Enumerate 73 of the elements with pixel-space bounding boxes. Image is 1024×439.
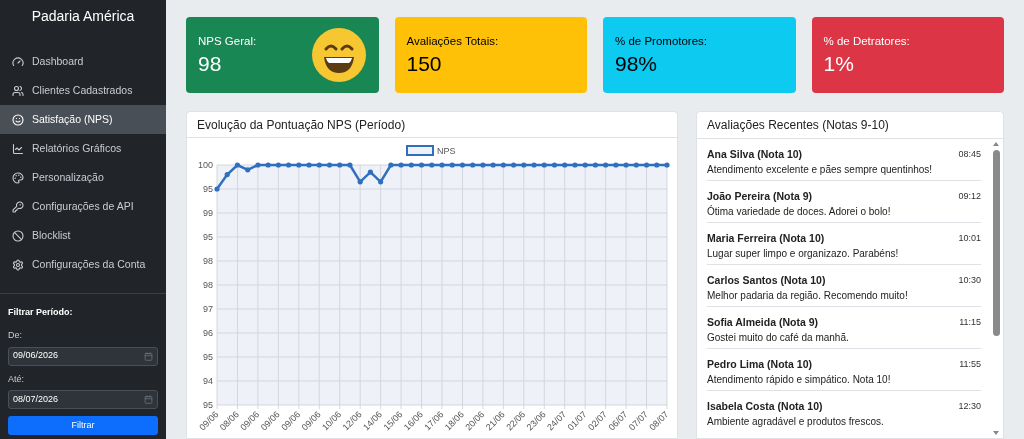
review-time: 11:55 xyxy=(959,358,981,371)
ban-icon xyxy=(12,229,24,242)
gauge-icon xyxy=(12,55,24,68)
reviewer-name: Ana Silva (Nota 10) xyxy=(707,147,803,161)
card-value: 1% xyxy=(823,50,855,77)
field-label: Até: xyxy=(8,372,25,386)
review-text: Atendimento rápido e simpático. Nota 10! xyxy=(707,373,892,387)
key-icon xyxy=(12,200,24,213)
review-text: Melhor padaria da região. Recomendo muito! xyxy=(707,289,909,303)
reviewer-name: Sofia Almeida (Nota 9) xyxy=(707,315,819,329)
brand-title: Padaria América xyxy=(30,7,136,26)
legend-swatch xyxy=(406,145,434,156)
review-time: 08:45 xyxy=(958,148,981,161)
y-tick-label: 99 xyxy=(203,208,213,218)
scrollbar-thumb[interactable] xyxy=(992,150,1000,336)
review-time: 10:01 xyxy=(958,232,981,245)
date-field[interactable]: 09/06/2026 xyxy=(8,346,158,366)
panel-title: Evolução da Pontuação NPS (Período) xyxy=(187,112,677,138)
y-tick-label: 94 xyxy=(203,376,213,386)
review-text: Ambiente agradável e produtos frescos. xyxy=(707,415,885,429)
y-tick-label: 95 xyxy=(203,232,213,242)
review-time: 10:30 xyxy=(958,274,981,287)
card-value: 150 xyxy=(406,50,443,77)
card-label: Avaliações Totais: xyxy=(406,34,499,50)
sidebar-item[interactable]: Clientes Cadastrados xyxy=(0,76,166,105)
reviewer-name: Isabela Costa (Nota 10) xyxy=(707,399,823,413)
card-label: % de Promotores: xyxy=(615,34,708,50)
settings-icon xyxy=(12,258,24,271)
review-time: 09:12 xyxy=(958,190,981,203)
laughing-face-icon xyxy=(310,27,367,83)
sidebar-item[interactable]: Configurações da Conta xyxy=(0,250,166,279)
card-label: % de Detratores: xyxy=(823,34,910,50)
review-text: Gostei muito do café da manhã. xyxy=(707,331,850,345)
sidebar-item[interactable]: Configurações de API xyxy=(0,192,166,221)
review-time: 12:30 xyxy=(958,400,981,413)
panel-title: Avaliações Recentes (Notas 9-10) xyxy=(697,112,1003,139)
filter-button[interactable]: Filtrar xyxy=(8,416,158,435)
y-tick-label: 95 xyxy=(203,400,213,410)
y-tick-label: 97 xyxy=(203,304,213,314)
review-time: 11:15 xyxy=(959,316,981,329)
smiley-icon xyxy=(12,113,24,126)
sidebar-item[interactable]: Blocklist xyxy=(0,221,166,250)
calendar-icon xyxy=(144,395,153,404)
y-tick-label: 98 xyxy=(203,256,213,266)
scroll-up-arrow-icon[interactable] xyxy=(992,141,1000,147)
sidebar-item[interactable]: Personalização xyxy=(0,163,166,192)
card-label: NPS Geral: xyxy=(198,34,257,50)
review-text: Lugar super limpo e organizazo. Parabéns! xyxy=(707,247,900,261)
review-text: Ótima variedade de doces. Adorei o bolo! xyxy=(707,205,892,219)
reviewer-name: Carlos Santos (Nota 10) xyxy=(707,273,826,287)
date-field[interactable]: 08/07/2026 xyxy=(8,390,158,409)
field-label: De: xyxy=(8,329,23,342)
palette-icon xyxy=(12,171,24,184)
sidebar-item[interactable]: Dashboard xyxy=(0,47,166,76)
card-value: 98% xyxy=(615,50,659,77)
review-text: Atendimento excelente e pães sempre quentinhos! xyxy=(707,163,934,177)
y-tick-label: 96 xyxy=(203,328,213,338)
y-tick-label: 98 xyxy=(203,280,213,290)
legend-label: NPS xyxy=(437,146,456,156)
y-tick-label: 95 xyxy=(203,352,213,362)
reviewer-name: João Pereira (Nota 9) xyxy=(707,189,813,203)
line-chart-icon xyxy=(12,142,24,155)
reviewer-name: Maria Ferreira (Nota 10) xyxy=(707,231,825,245)
card-value: 98 xyxy=(198,50,223,77)
y-tick-label: 95 xyxy=(203,184,213,194)
scroll-down-arrow-icon[interactable] xyxy=(992,430,1000,436)
reviewer-name: Pedro Lima (Nota 10) xyxy=(707,357,813,371)
calendar-icon xyxy=(144,351,153,361)
sidebar-item[interactable]: Relatórios Gráficos xyxy=(0,134,166,163)
y-tick-label: 100 xyxy=(197,160,213,170)
filter-title: Filtrar Período: xyxy=(8,305,74,319)
users-icon xyxy=(12,84,24,97)
sidebar-item[interactable]: Satisfação (NPS) xyxy=(0,105,166,134)
